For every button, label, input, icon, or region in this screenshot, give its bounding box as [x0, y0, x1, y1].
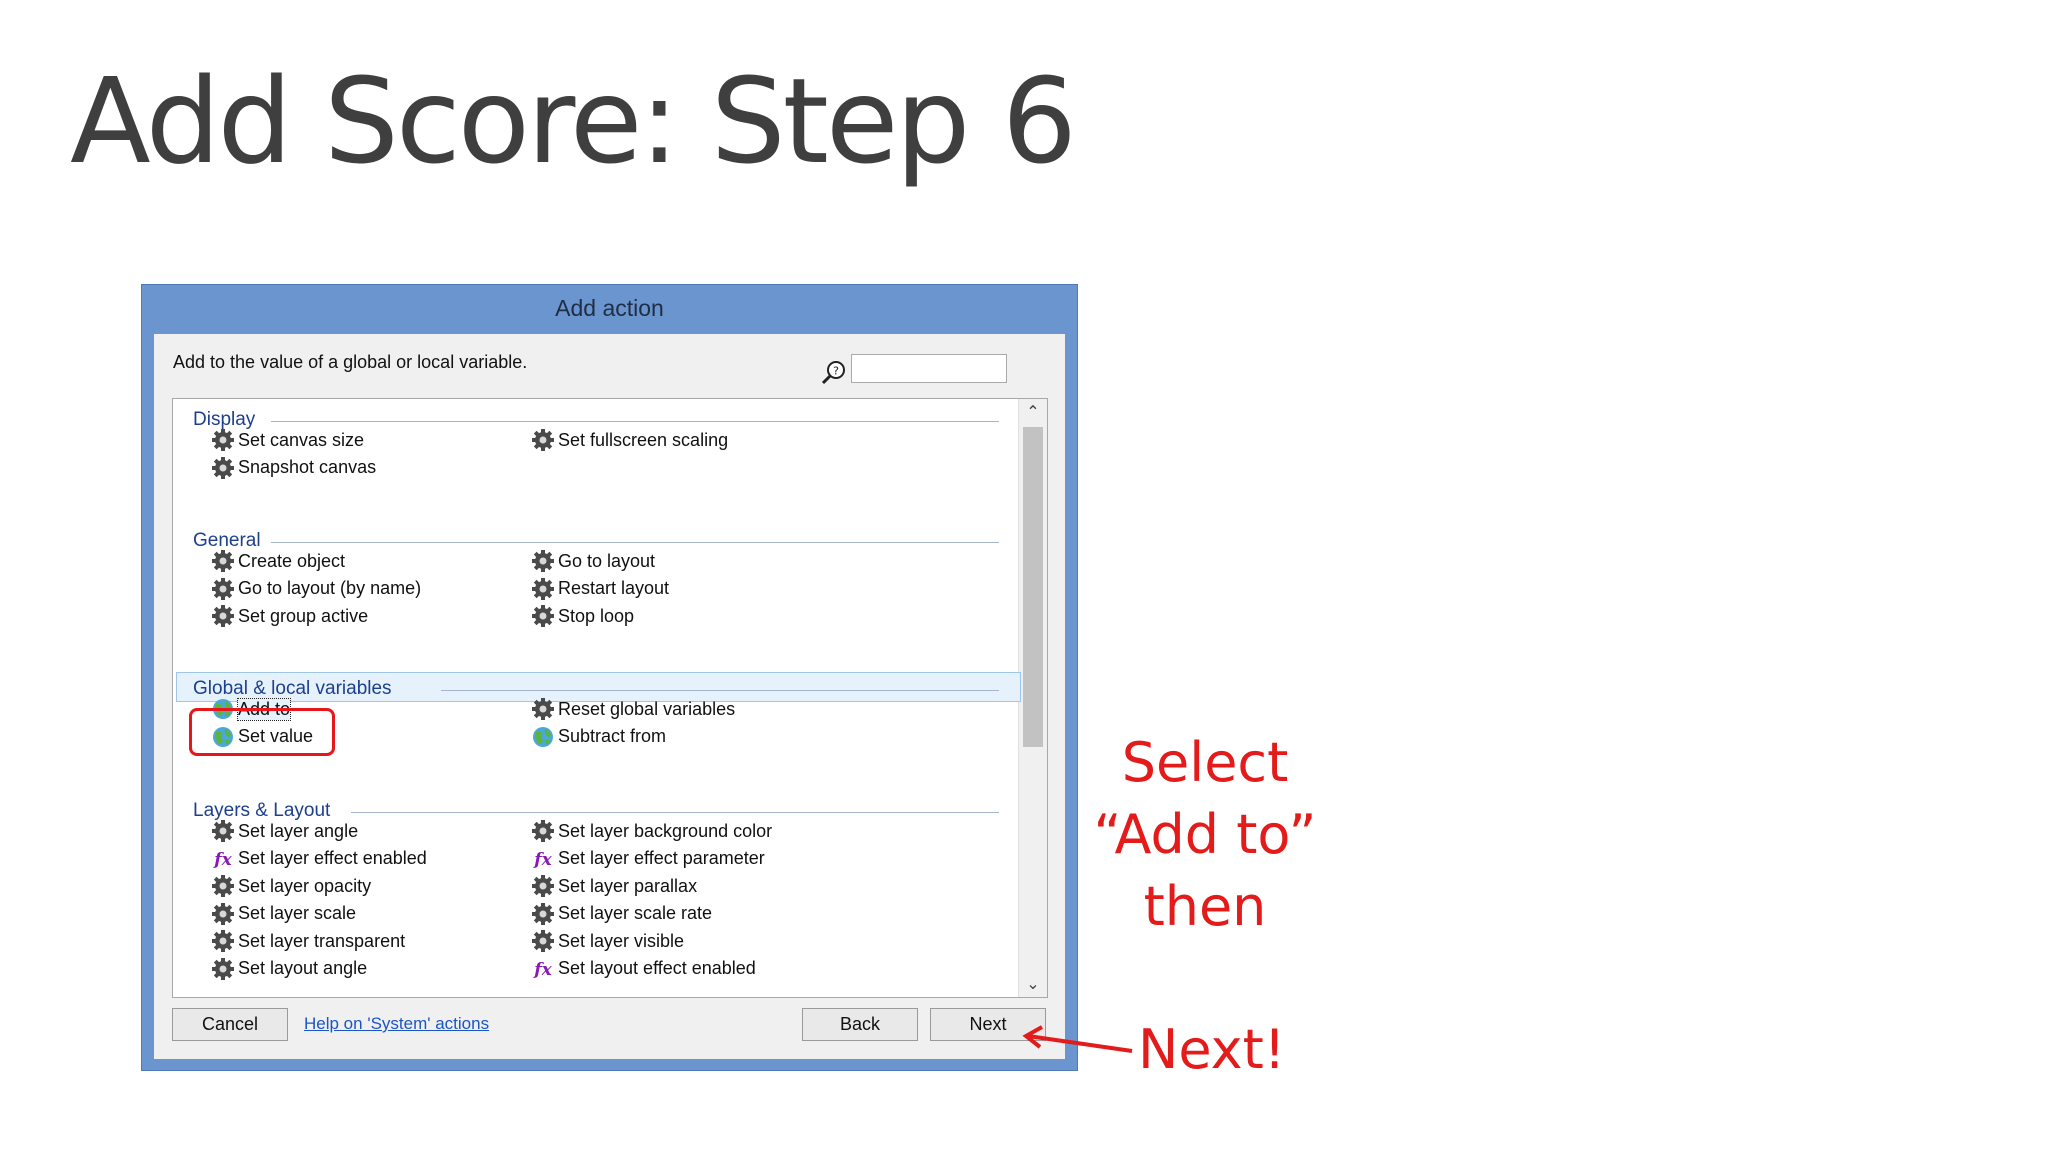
action-description: Add to the value of a global or local va… — [173, 352, 528, 372]
group-separator — [271, 542, 999, 543]
gear-icon — [212, 820, 234, 842]
action-item[interactable]: Set layer angle — [211, 818, 358, 844]
action-item-label: Subtract from — [558, 726, 667, 746]
group-separator — [441, 690, 999, 691]
svg-text:?: ? — [833, 365, 839, 378]
scroll-down-arrow-icon[interactable]: ⌄ — [1019, 971, 1047, 997]
action-item[interactable]: Subtract from — [531, 724, 666, 750]
action-item[interactable]: Set layout angle — [211, 956, 367, 982]
action-item-label: Set layer scale rate — [558, 903, 713, 923]
action-item-label: Stop loop — [558, 605, 635, 626]
gear-icon — [212, 577, 234, 600]
action-item[interactable]: Set layer scale rate — [531, 901, 712, 927]
action-item[interactable]: Go to layout — [531, 548, 655, 574]
add-action-dialog: Add action Add to the value of a global … — [141, 284, 1078, 1071]
action-item-label: Snapshot canvas — [238, 457, 377, 477]
action-item[interactable]: Reset global variables — [531, 696, 735, 722]
scroll-thumb[interactable] — [1023, 427, 1043, 747]
action-item-label: Set group active — [238, 605, 369, 626]
action-item-label: Set layer background color — [558, 820, 773, 841]
action-item-label: Set layout angle — [238, 958, 368, 978]
gear-icon — [532, 577, 554, 600]
gear-icon — [532, 875, 554, 897]
vertical-scrollbar[interactable]: ⌃ ⌄ — [1018, 399, 1047, 997]
gear-icon — [532, 698, 554, 720]
action-item[interactable]: Set canvas size — [211, 427, 364, 453]
action-item[interactable]: Set layer parallax — [531, 873, 697, 899]
action-item-label: Set canvas size — [238, 429, 365, 450]
action-item-label: Create object — [238, 550, 346, 571]
action-item-label: Set layer parallax — [558, 875, 698, 896]
annotation-select: Select “Add to” then — [1090, 727, 1320, 943]
action-item-label: Set layer effect enabled — [238, 848, 427, 868]
action-item-label: Set layer visible — [558, 930, 685, 951]
gear-icon — [532, 550, 554, 572]
action-item[interactable]: fx Set layout effect enabled — [531, 956, 756, 982]
back-button[interactable]: Back — [802, 1008, 918, 1041]
action-item[interactable]: Restart layout — [531, 576, 669, 602]
action-item[interactable]: Set layer background color — [531, 818, 772, 844]
action-item[interactable]: Snapshot canvas — [211, 455, 376, 481]
fx-icon: fx — [533, 850, 552, 870]
action-item[interactable]: Go to layout (by name) — [211, 576, 421, 602]
action-item[interactable]: Set layer opacity — [211, 873, 371, 899]
svg-text:fx: fx — [213, 850, 232, 870]
dialog-body: Add to the value of a global or local va… — [154, 334, 1065, 1059]
svg-text:fx: fx — [533, 960, 552, 980]
action-item-label: Set layer scale — [238, 903, 357, 923]
action-item[interactable]: Set fullscreen scaling — [531, 427, 728, 453]
gear-icon — [212, 456, 234, 479]
action-item-label: Restart layout — [558, 578, 670, 598]
gear-icon — [532, 930, 554, 952]
action-item[interactable]: Create object — [211, 548, 345, 574]
cancel-button[interactable]: Cancel — [172, 1008, 288, 1041]
gear-icon — [212, 930, 234, 952]
action-item[interactable]: Set layer scale — [211, 901, 356, 927]
action-list[interactable]: ⌃ ⌄ Display Set canvas size Snapshot canva… — [172, 398, 1048, 998]
annotation-select-line2: “Add to” — [1093, 803, 1317, 866]
scroll-up-arrow-icon[interactable]: ⌃ — [1019, 399, 1047, 425]
help-link[interactable]: Help on 'System' actions — [304, 1014, 489, 1034]
action-item[interactable]: Set layer transparent — [211, 928, 405, 954]
gear-icon — [212, 550, 234, 572]
svg-text:fx: fx — [533, 850, 552, 870]
gear-icon — [532, 429, 554, 451]
dialog-title: Add action — [555, 295, 664, 321]
action-item[interactable]: Set layer visible — [531, 928, 684, 954]
annotation-next: Next! — [1138, 1018, 1286, 1081]
gear-icon — [212, 902, 234, 925]
fx-icon: fx — [213, 850, 232, 870]
group-separator — [351, 812, 999, 813]
annotation-select-line1: Select — [1121, 731, 1289, 794]
slide-title: Add Score: Step 6 — [70, 52, 1077, 190]
action-item-label: Set layout effect enabled — [558, 958, 756, 978]
gear-icon — [212, 957, 234, 980]
action-item-label: Set layer effect parameter — [558, 848, 765, 868]
annotation-select-line3: then — [1143, 875, 1267, 938]
action-item-label: Go to layout — [558, 550, 656, 571]
gear-icon — [212, 605, 234, 627]
fx-icon: fx — [533, 960, 552, 980]
gear-icon — [212, 429, 234, 451]
highlight-box — [189, 708, 335, 756]
action-item-label: Reset global variables — [558, 698, 736, 719]
action-item-label: Go to layout (by name) — [238, 578, 422, 598]
action-item-label: Set layer angle — [238, 820, 359, 841]
gear-icon — [532, 820, 554, 842]
action-item[interactable]: fx Set layer effect parameter — [531, 846, 765, 872]
search-input[interactable] — [851, 354, 1007, 383]
action-item-label: Set layer opacity — [238, 875, 372, 896]
annotation-arrow — [1022, 1025, 1133, 1053]
action-item[interactable]: Set group active — [211, 603, 368, 629]
search-icon[interactable]: ? — [821, 360, 847, 386]
action-item-label: Set fullscreen scaling — [558, 429, 729, 450]
action-item[interactable]: Stop loop — [531, 603, 634, 629]
action-item[interactable]: fx Set layer effect enabled — [211, 846, 427, 872]
gear-icon — [212, 875, 234, 897]
gear-icon — [532, 605, 554, 627]
action-item-label: Set layer transparent — [238, 930, 406, 951]
gear-icon — [532, 902, 554, 925]
globe-icon — [533, 726, 553, 747]
group-separator — [271, 421, 999, 422]
